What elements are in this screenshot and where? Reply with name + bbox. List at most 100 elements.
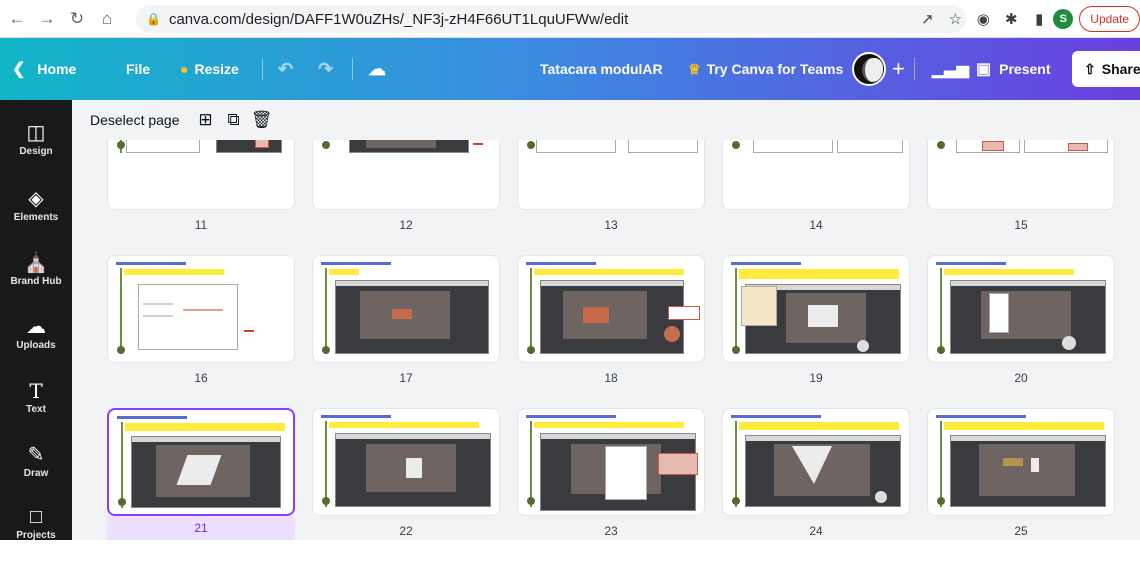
sidebar-item-design[interactable]: ◫ Design bbox=[0, 120, 72, 180]
redo-icon[interactable]: ↷ bbox=[318, 38, 333, 100]
marker-image bbox=[1062, 336, 1076, 350]
red-arrow bbox=[244, 330, 254, 332]
duplicate-page-icon[interactable]: ⧉ bbox=[222, 108, 246, 132]
sidebar-item-brand-hub[interactable]: ⛪ Brand Hub bbox=[0, 250, 72, 310]
upload-arrow-icon: ⇧ bbox=[1084, 60, 1096, 77]
highlight-text bbox=[124, 269, 224, 275]
unity-screenshot bbox=[540, 280, 684, 354]
page-thumbnail-22[interactable] bbox=[312, 408, 500, 516]
share-page-icon[interactable]: ↗ bbox=[913, 5, 941, 33]
add-collaborator-icon[interactable]: + bbox=[892, 38, 905, 100]
sidebar-item-elements[interactable]: ◈ Elements bbox=[0, 186, 72, 246]
page-thumbnail-16[interactable] bbox=[107, 255, 295, 363]
highlight-text bbox=[944, 422, 1104, 430]
timeline-line bbox=[530, 268, 532, 354]
add-page-icon[interactable]: ⊞ bbox=[194, 108, 218, 132]
resize-label: Resize bbox=[194, 61, 239, 77]
extension-icon[interactable]: ◉ bbox=[969, 5, 997, 33]
toolbar-divider bbox=[262, 58, 263, 80]
page-number: 19 bbox=[809, 371, 823, 385]
update-button[interactable]: Update bbox=[1079, 6, 1140, 32]
ar-text-object bbox=[1003, 458, 1023, 466]
page-number: 13 bbox=[604, 218, 618, 232]
page-thumbnail-18[interactable] bbox=[517, 255, 705, 363]
page-thumbnail-24[interactable] bbox=[722, 408, 910, 516]
browser-actions: ↗ ☆ ◉ ✱ ▮ S Update bbox=[913, 5, 1140, 33]
slide-heading bbox=[526, 415, 616, 418]
trash-icon[interactable]: 🗑 bbox=[250, 108, 274, 132]
marker-image bbox=[857, 340, 869, 352]
design-title[interactable]: Tatacara modulAR bbox=[540, 38, 663, 100]
sidebar-item-uploads[interactable]: ☁ Uploads bbox=[0, 314, 72, 374]
timeline-line bbox=[940, 421, 942, 507]
editor-toolbar: ❮ Home File ● Resize ↶ ↷ ☁ Tatacara modu… bbox=[0, 38, 1140, 100]
timeline-line bbox=[735, 268, 737, 354]
page-thumbnail-17[interactable] bbox=[312, 255, 500, 363]
undo-icon[interactable]: ↶ bbox=[278, 38, 293, 100]
page-thumbnail-21[interactable] bbox=[107, 408, 295, 516]
viewport-area bbox=[979, 444, 1075, 496]
overlay-image bbox=[741, 286, 777, 326]
back-arrow-icon[interactable]: ← bbox=[4, 6, 30, 32]
page-thumbnail-19[interactable] bbox=[722, 255, 910, 363]
toolbar-divider bbox=[352, 58, 353, 80]
timeline-dot bbox=[322, 141, 330, 149]
timeline-dot bbox=[117, 346, 125, 354]
slide-heading bbox=[731, 415, 821, 418]
share-button[interactable]: ⇧ Share bbox=[1072, 51, 1140, 87]
try-teams-button[interactable]: ♕ Try Canva for Teams bbox=[688, 38, 843, 100]
chevron-left-icon: ❮ bbox=[12, 61, 26, 78]
slide-heading bbox=[117, 416, 187, 419]
sidebar-item-projects[interactable]: □ Projects bbox=[0, 504, 72, 564]
crown-icon: ● bbox=[180, 61, 189, 77]
timeline-dot bbox=[117, 141, 125, 149]
page-thumbnail-20[interactable] bbox=[927, 255, 1115, 363]
resize-button[interactable]: ● Resize bbox=[180, 38, 239, 100]
timeline-dot bbox=[732, 141, 740, 149]
address-bar[interactable]: 🔒 canva.com/design/DAFF1W0uZHs/_NF3j-zH4… bbox=[136, 5, 966, 33]
home-icon[interactable]: ⌂ bbox=[94, 6, 120, 32]
lock-icon: 🔒 bbox=[146, 12, 161, 26]
reload-icon[interactable]: ↻ bbox=[64, 6, 90, 32]
crown-icon: ♕ bbox=[688, 60, 701, 77]
sidebar-item-label: Uploads bbox=[16, 340, 56, 351]
deselect-page-button[interactable]: Deselect page bbox=[90, 112, 180, 128]
popup-image bbox=[668, 306, 700, 320]
forward-arrow-icon[interactable]: → bbox=[34, 6, 60, 32]
sidebar-item-label: Elements bbox=[13, 212, 59, 223]
unity-screenshot bbox=[131, 436, 281, 508]
page-thumbnail-23[interactable] bbox=[517, 408, 705, 516]
page-number: 18 bbox=[604, 371, 618, 385]
draw-icon: ✎ bbox=[27, 444, 45, 466]
cloud-saved-icon[interactable]: ☁ bbox=[368, 38, 386, 100]
insights-icon[interactable]: ▁▃▅ bbox=[932, 38, 969, 100]
file-menu[interactable]: File bbox=[126, 38, 150, 100]
callout-box bbox=[658, 453, 698, 475]
highlight-text bbox=[739, 269, 899, 279]
red-arrow bbox=[473, 143, 483, 145]
sidebar-item-draw[interactable]: ✎ Draw bbox=[0, 442, 72, 502]
present-icon: ▣ bbox=[976, 61, 992, 78]
callout-box bbox=[982, 141, 1004, 151]
timeline-dot bbox=[322, 497, 330, 505]
present-button[interactable]: ▣ Present bbox=[976, 38, 1050, 100]
brand-hub-icon: ⛪ bbox=[23, 252, 49, 274]
sidebar-item-text[interactable]: T Text bbox=[0, 378, 72, 438]
puzzle-icon[interactable]: ✱ bbox=[997, 5, 1025, 33]
page-thumbnail-25[interactable] bbox=[927, 408, 1115, 516]
slide-heading bbox=[936, 415, 1026, 418]
sidebar-item-label: Draw bbox=[23, 468, 49, 479]
timeline-dot bbox=[937, 141, 945, 149]
home-button[interactable]: ❮ Home bbox=[12, 38, 76, 100]
unity-screenshot bbox=[335, 280, 489, 354]
page-number-selected: 21 bbox=[107, 516, 295, 540]
timeline-line bbox=[121, 422, 123, 508]
side-panel-icon[interactable]: ▮ bbox=[1025, 5, 1053, 33]
highlight-text bbox=[534, 269, 684, 275]
star-icon[interactable]: ☆ bbox=[941, 5, 969, 33]
timeline-dot bbox=[527, 346, 535, 354]
timeline-line bbox=[120, 268, 122, 354]
profile-avatar[interactable]: S bbox=[1053, 9, 1074, 29]
ar-object bbox=[808, 305, 838, 327]
collaborator-avatar[interactable] bbox=[852, 38, 886, 100]
